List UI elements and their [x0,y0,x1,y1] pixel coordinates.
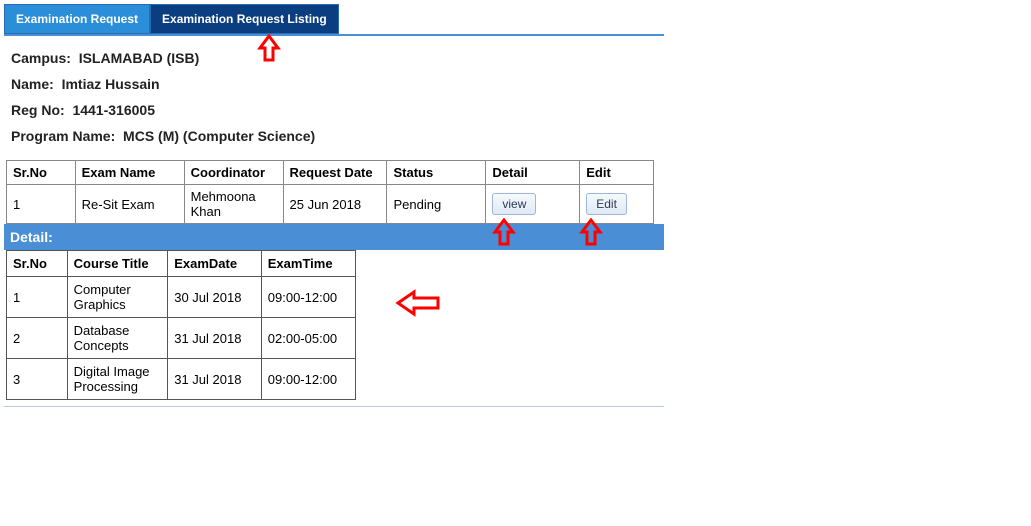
th-request-date: Request Date [283,161,387,185]
regno-label: Reg No: [11,102,65,118]
cell-srno: 1 [7,277,68,318]
cell-detail: view [486,185,580,224]
th-srno: Sr.No [7,161,76,185]
table-row: 3 Digital Image Processing 31 Jul 2018 0… [7,359,356,400]
cell-edit: Edit [580,185,654,224]
th-exam-date: ExamDate [168,251,262,277]
th-detail: Detail [486,161,580,185]
detail-table: Sr.No Course Title ExamDate ExamTime 1 C… [6,250,356,400]
regno-value: 1441-316005 [72,102,155,118]
detail-heading: Detail: [4,224,664,250]
tab-examination-request[interactable]: Examination Request [4,4,150,34]
th-status: Status [387,161,486,185]
cell-exam-name: Re-Sit Exam [75,185,184,224]
cell-examtime: 09:00-12:00 [261,359,355,400]
tabs: Examination Request Examination Request … [4,4,664,36]
cell-examdate: 31 Jul 2018 [168,359,262,400]
campus-label: Campus: [11,50,71,66]
th-exam-name: Exam Name [75,161,184,185]
campus-value: ISLAMABAD (ISB) [79,50,200,66]
request-table: Sr.No Exam Name Coordinator Request Date… [6,160,654,224]
name-value: Imtiaz Hussain [62,76,160,92]
tab-examination-request-listing[interactable]: Examination Request Listing [150,4,339,34]
divider [4,406,664,407]
cell-examdate: 31 Jul 2018 [168,318,262,359]
cell-srno: 2 [7,318,68,359]
table-row: 1 Re-Sit Exam Mehmoona Khan 25 Jun 2018 … [7,185,654,224]
cell-srno: 1 [7,185,76,224]
program-value: MCS (M) (Computer Science) [123,128,315,144]
cell-course: Digital Image Processing [67,359,168,400]
program-label: Program Name: [11,128,115,144]
student-info: Campus: ISLAMABAD (ISB) Name: Imtiaz Hus… [4,36,664,160]
th-coordinator: Coordinator [184,161,283,185]
view-button[interactable]: view [492,193,536,215]
table-row: 1 Computer Graphics 30 Jul 2018 09:00-12… [7,277,356,318]
cell-coordinator: Mehmoona Khan [184,185,283,224]
th-edit: Edit [580,161,654,185]
table-row: 2 Database Concepts 31 Jul 2018 02:00-05… [7,318,356,359]
cell-course: Computer Graphics [67,277,168,318]
name-label: Name: [11,76,54,92]
th-exam-time: ExamTime [261,251,355,277]
cell-examdate: 30 Jul 2018 [168,277,262,318]
cell-examtime: 09:00-12:00 [261,277,355,318]
annotation-arrow-left-icon [394,288,442,318]
cell-request-date: 25 Jun 2018 [283,185,387,224]
cell-course: Database Concepts [67,318,168,359]
cell-status: Pending [387,185,486,224]
cell-srno: 3 [7,359,68,400]
th-course-title: Course Title [67,251,168,277]
edit-button[interactable]: Edit [586,193,627,215]
cell-examtime: 02:00-05:00 [261,318,355,359]
th-detail-srno: Sr.No [7,251,68,277]
